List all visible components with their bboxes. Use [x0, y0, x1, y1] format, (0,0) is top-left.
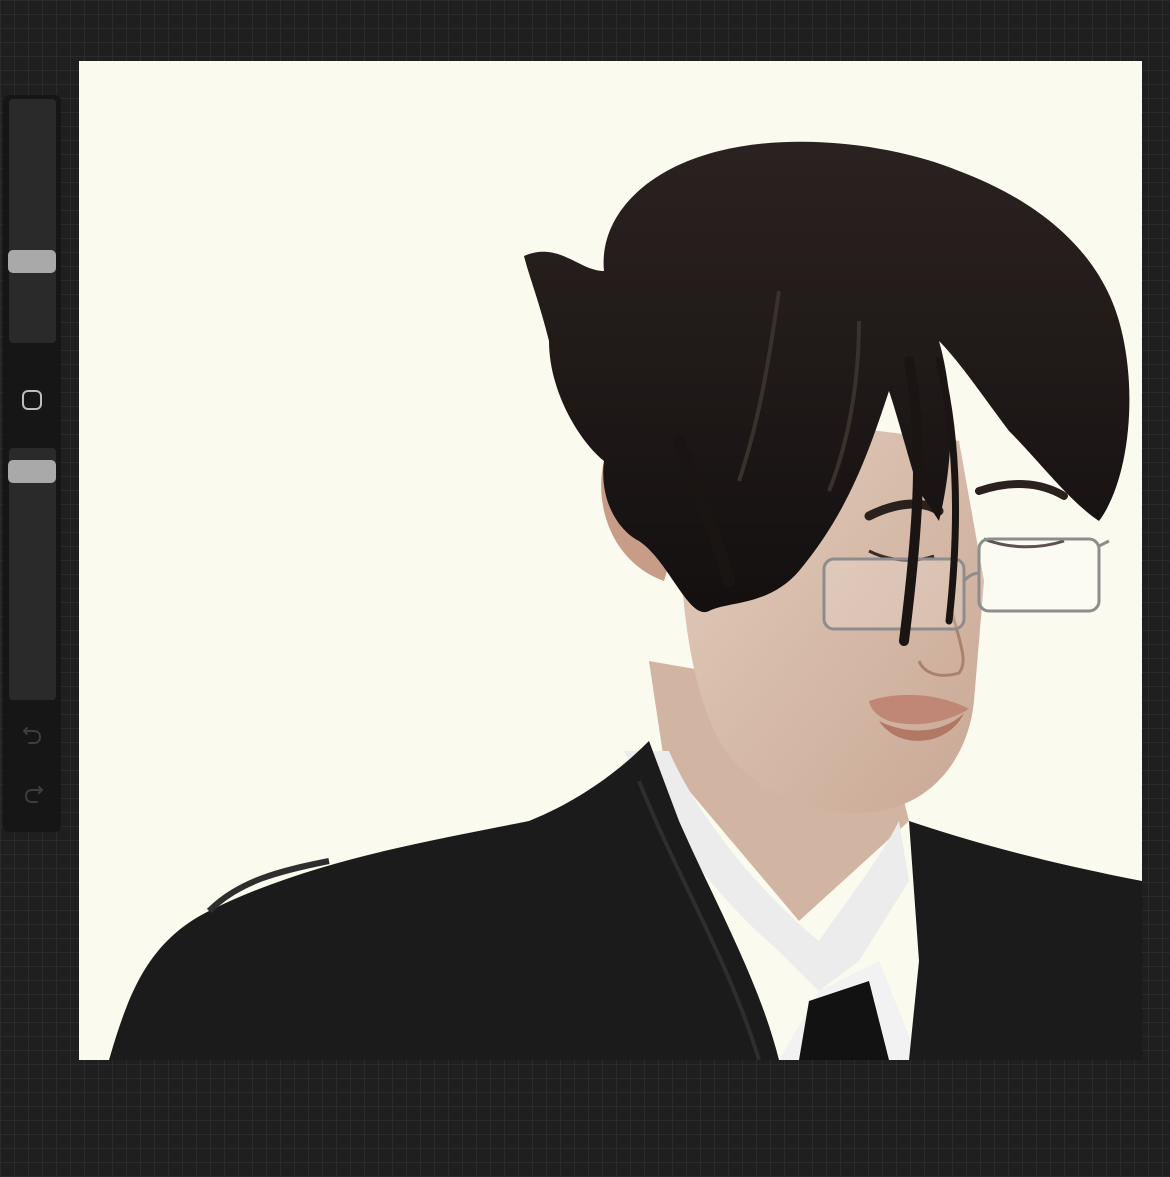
redo-button[interactable] [18, 779, 48, 809]
square-icon [22, 390, 42, 410]
opacity-slider[interactable] [9, 448, 56, 700]
redo-arrow-icon [24, 786, 43, 803]
modify-button[interactable] [18, 386, 46, 414]
brush-size-slider-thumb[interactable] [8, 250, 56, 273]
drawing-canvas[interactable] [79, 61, 1142, 1060]
artwork-illustration [109, 141, 1142, 1060]
undo-arrow-icon [23, 727, 42, 744]
undo-button[interactable] [18, 720, 48, 750]
left-sidebar [3, 95, 61, 832]
opacity-slider-thumb[interactable] [8, 460, 56, 483]
brush-size-slider[interactable] [9, 99, 56, 343]
